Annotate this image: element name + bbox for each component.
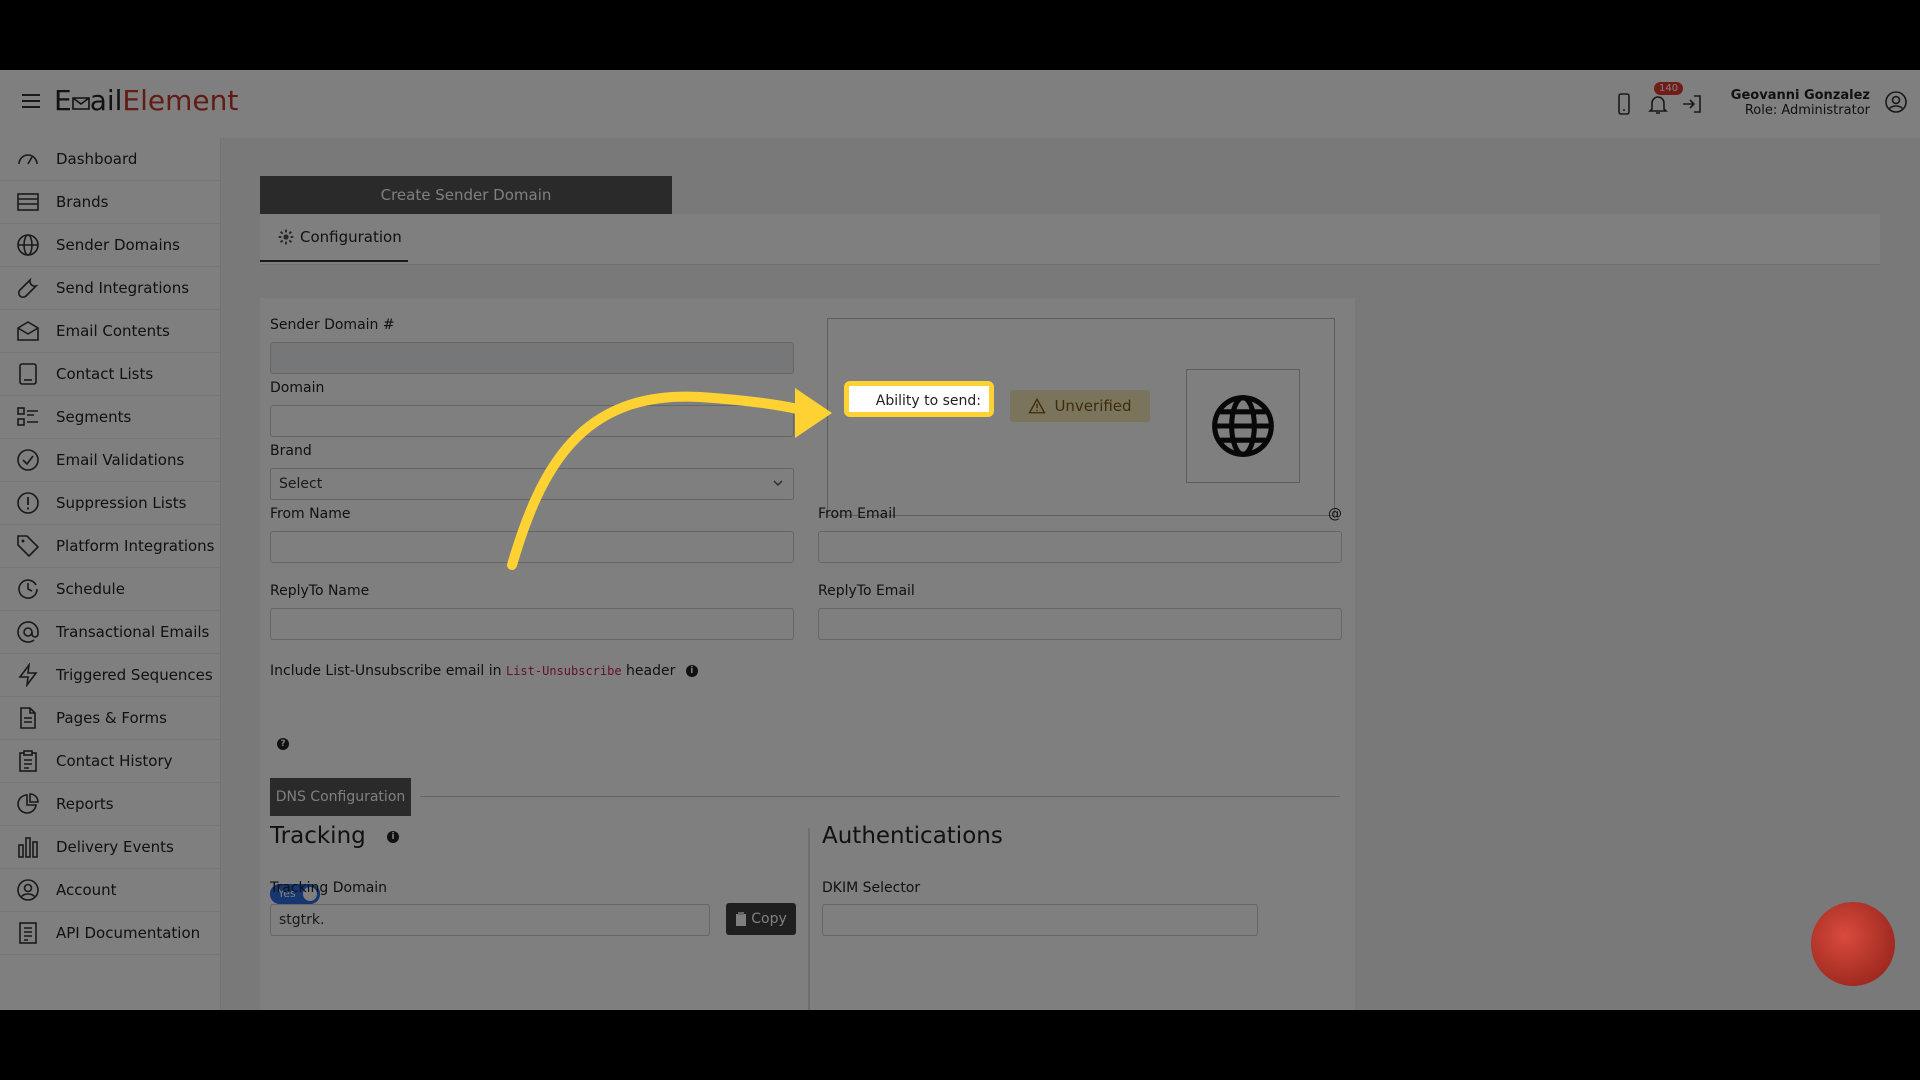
app-window: EailElement 140 Geovanni Gonzalez Role: … [0,70,1920,1010]
annotation-arrow [507,388,832,570]
ability-to-send-label: Ability to send: [844,381,994,417]
